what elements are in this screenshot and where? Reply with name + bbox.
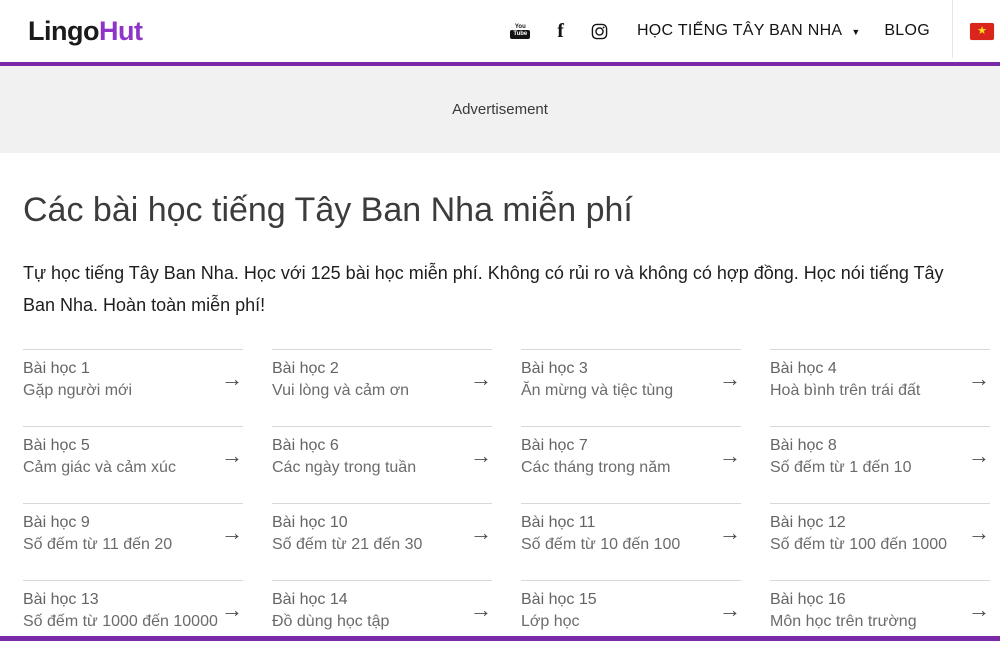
intro-text: Tự học tiếng Tây Ban Nha. Học với 125 bà… [23, 257, 968, 321]
language-course-menu-label: HỌC TIẾNG TÂY BAN NHA [637, 22, 842, 40]
arrow-right-icon: → [470, 368, 492, 390]
lesson-card[interactable]: Bài học 15 Lớp học → [521, 580, 741, 657]
lesson-subtitle: Hoà bình trên trái đất [770, 380, 920, 402]
advertisement-banner: Advertisement [0, 66, 1000, 153]
lesson-title: Bài học 1 [23, 358, 132, 380]
arrow-right-icon: → [470, 599, 492, 621]
flag-star: ★ [977, 26, 987, 37]
lesson-card[interactable]: Bài học 7 Các tháng trong năm → [521, 426, 741, 503]
lesson-subtitle: Số đếm từ 10 đến 100 [521, 534, 680, 556]
lesson-subtitle: Số đếm từ 11 đến 20 [23, 534, 172, 556]
vietnam-flag-icon[interactable]: ★ [970, 23, 994, 40]
lesson-card[interactable]: Bài học 16 Môn học trên trường → [770, 580, 990, 657]
instagram-icon[interactable] [591, 23, 608, 40]
lessons-grid: Bài học 1 Gặp người mới → Bài học 2 Vui … [23, 349, 990, 657]
arrow-right-icon: → [968, 368, 990, 390]
lesson-subtitle: Ăn mừng và tiệc tùng [521, 380, 673, 402]
lesson-title: Bài học 12 [770, 512, 947, 534]
lesson-title: Bài học 16 [770, 589, 917, 611]
lesson-card[interactable]: Bài học 1 Gặp người mới → [23, 349, 243, 426]
facebook-icon[interactable]: f [557, 21, 564, 41]
lesson-title: Bài học 2 [272, 358, 409, 380]
lingohut-logo[interactable]: LingoHut [28, 16, 142, 47]
lesson-subtitle: Số đếm từ 1 đến 10 [770, 457, 911, 479]
lesson-card[interactable]: Bài học 13 Số đếm từ 1000 đến 10000 → [23, 580, 243, 657]
lesson-title: Bài học 10 [272, 512, 422, 534]
lesson-subtitle: Cảm giác và cảm xúc [23, 457, 176, 479]
lesson-subtitle: Vui lòng và cảm ơn [272, 380, 409, 402]
lesson-subtitle: Môn học trên trường [770, 611, 917, 633]
blog-link[interactable]: BLOG [884, 22, 930, 40]
arrow-right-icon: → [719, 599, 741, 621]
lesson-subtitle: Số đếm từ 21 đến 30 [272, 534, 422, 556]
lesson-card[interactable]: Bài học 6 Các ngày trong tuần → [272, 426, 492, 503]
logo-text-lingo: Lingo [28, 16, 99, 46]
lesson-title: Bài học 3 [521, 358, 673, 380]
arrow-right-icon: → [968, 522, 990, 544]
arrow-right-icon: → [968, 599, 990, 621]
arrow-right-icon: → [719, 522, 741, 544]
arrow-right-icon: → [719, 368, 741, 390]
header: LingoHut You Tube f HỌC TIẾNG TÂY BAN NH… [0, 0, 1000, 62]
youtube-icon[interactable]: You Tube [510, 24, 530, 39]
arrow-right-icon: → [968, 445, 990, 467]
arrow-right-icon: → [719, 445, 741, 467]
lesson-title: Bài học 14 [272, 589, 389, 611]
arrow-right-icon: → [221, 368, 243, 390]
lesson-card[interactable]: Bài học 2 Vui lòng và cảm ơn → [272, 349, 492, 426]
lesson-card[interactable]: Bài học 4 Hoà bình trên trái đất → [770, 349, 990, 426]
arrow-right-icon: → [221, 522, 243, 544]
lesson-subtitle: Số đếm từ 100 đến 1000 [770, 534, 947, 556]
arrow-right-icon: → [221, 445, 243, 467]
lesson-title: Bài học 9 [23, 512, 172, 534]
lesson-subtitle: Các tháng trong năm [521, 457, 670, 479]
lesson-title: Bài học 11 [521, 512, 680, 534]
page-title: Các bài học tiếng Tây Ban Nha miễn phí [23, 190, 990, 230]
lesson-subtitle: Đồ dùng học tập [272, 611, 389, 633]
footer-accent-bar [0, 636, 1000, 641]
lesson-card[interactable]: Bài học 12 Số đếm từ 100 đến 1000 → [770, 503, 990, 580]
arrow-right-icon: → [470, 522, 492, 544]
logo-text-hut: Hut [99, 16, 142, 46]
lesson-title: Bài học 8 [770, 435, 911, 457]
lesson-card[interactable]: Bài học 9 Số đếm từ 11 đến 20 → [23, 503, 243, 580]
lesson-card[interactable]: Bài học 3 Ăn mừng và tiệc tùng → [521, 349, 741, 426]
lesson-title: Bài học 4 [770, 358, 920, 380]
lesson-card[interactable]: Bài học 5 Cảm giác và cảm xúc → [23, 426, 243, 503]
lesson-card[interactable]: Bài học 8 Số đếm từ 1 đến 10 → [770, 426, 990, 503]
chevron-down-icon: ▼ [851, 27, 860, 37]
main-content: Các bài học tiếng Tây Ban Nha miễn phí T… [0, 190, 1000, 657]
lesson-subtitle: Các ngày trong tuần [272, 457, 416, 479]
lesson-title: Bài học 7 [521, 435, 670, 457]
lesson-title: Bài học 15 [521, 589, 597, 611]
lesson-title: Bài học 6 [272, 435, 416, 457]
lesson-subtitle: Số đếm từ 1000 đến 10000 [23, 611, 218, 633]
header-nav: You Tube f HỌC TIẾNG TÂY BAN NHA ▼ BLOG … [510, 0, 1000, 62]
arrow-right-icon: → [221, 599, 243, 621]
lesson-card[interactable]: Bài học 10 Số đếm từ 21 đến 30 → [272, 503, 492, 580]
header-divider [952, 0, 953, 58]
lesson-subtitle: Gặp người mới [23, 380, 132, 402]
lesson-title: Bài học 5 [23, 435, 176, 457]
lesson-card[interactable]: Bài học 14 Đồ dùng học tập → [272, 580, 492, 657]
arrow-right-icon: → [470, 445, 492, 467]
lesson-card[interactable]: Bài học 11 Số đếm từ 10 đến 100 → [521, 503, 741, 580]
language-course-menu[interactable]: HỌC TIẾNG TÂY BAN NHA ▼ [637, 22, 860, 40]
lesson-subtitle: Lớp học [521, 611, 597, 633]
advertisement-label: Advertisement [452, 101, 548, 118]
lesson-title: Bài học 13 [23, 589, 218, 611]
